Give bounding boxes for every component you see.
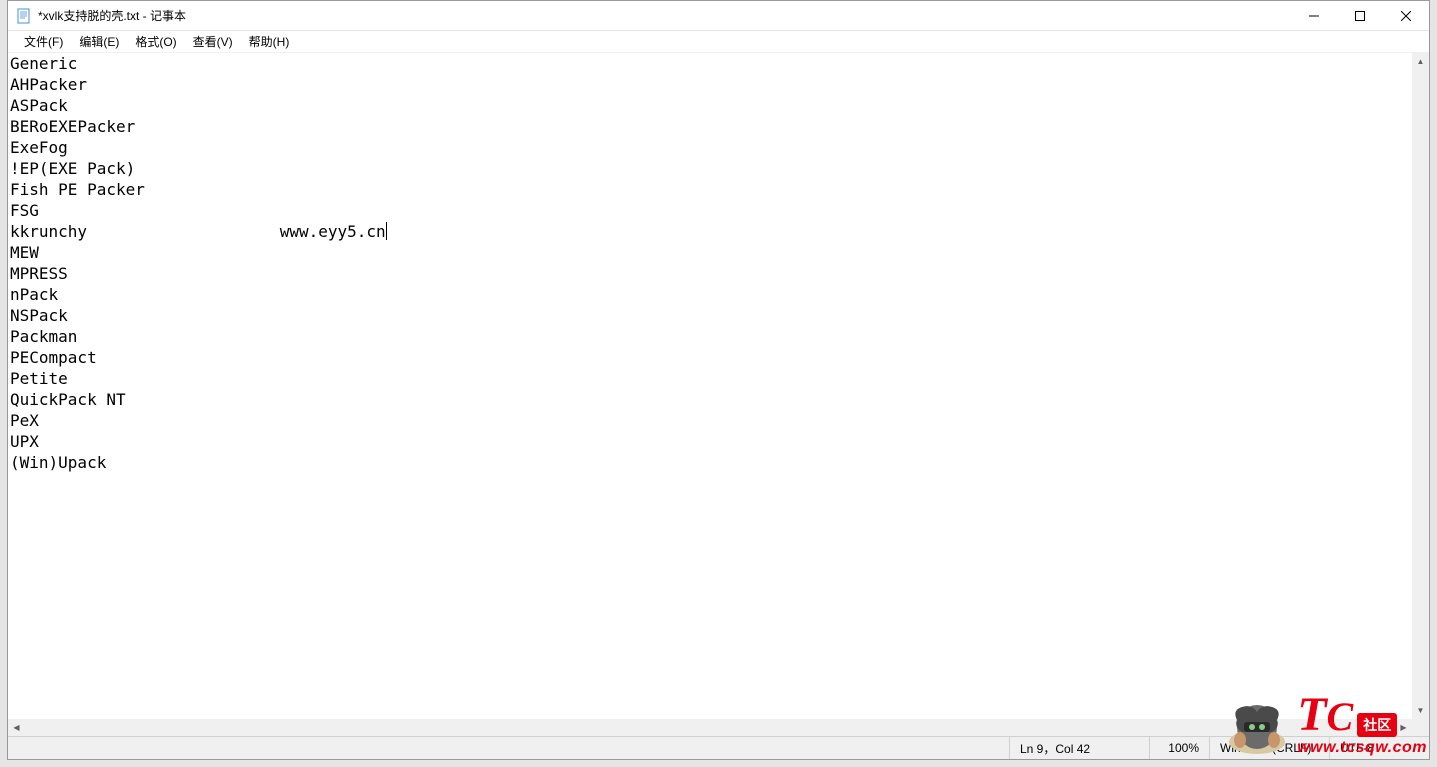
menu-edit[interactable]: 编辑(E) bbox=[71, 31, 127, 52]
status-encoding: UTF-8 bbox=[1329, 737, 1429, 759]
scroll-up-arrow-icon[interactable]: ▲ bbox=[1412, 53, 1429, 70]
scroll-left-arrow-icon[interactable]: ◀ bbox=[8, 719, 25, 736]
window-title: *xvlk支持脱的壳.txt - 记事本 bbox=[38, 7, 1291, 24]
menu-view[interactable]: 查看(V) bbox=[185, 31, 241, 52]
menu-format[interactable]: 格式(O) bbox=[127, 31, 184, 52]
statusbar: Ln 9，Col 42 100% Windows (CRLF) UTF-8 bbox=[8, 736, 1429, 759]
menubar: 文件(F) 编辑(E) 格式(O) 查看(V) 帮助(H) bbox=[8, 31, 1429, 53]
minimize-button[interactable] bbox=[1291, 1, 1337, 30]
scroll-right-arrow-icon[interactable]: ▶ bbox=[1395, 719, 1412, 736]
menu-file[interactable]: 文件(F) bbox=[16, 31, 71, 52]
vertical-scrollbar[interactable]: ▲ ▼ bbox=[1412, 53, 1429, 719]
window-controls bbox=[1291, 1, 1429, 30]
status-position: Ln 9，Col 42 bbox=[1009, 737, 1149, 759]
horizontal-scrollbar[interactable]: ◀ ▶ bbox=[8, 719, 1412, 736]
notepad-icon bbox=[16, 8, 32, 24]
content-area: Generic AHPacker ASPack BERoEXEPacker Ex… bbox=[8, 53, 1429, 736]
notepad-window: *xvlk支持脱的壳.txt - 记事本 文件(F) 编辑(E) 格式(O) 查… bbox=[7, 0, 1430, 760]
scroll-down-arrow-icon[interactable]: ▼ bbox=[1412, 702, 1429, 719]
scroll-corner bbox=[1412, 719, 1429, 736]
titlebar[interactable]: *xvlk支持脱的壳.txt - 记事本 bbox=[8, 1, 1429, 31]
maximize-button[interactable] bbox=[1337, 1, 1383, 30]
status-zoom: 100% bbox=[1149, 737, 1209, 759]
menu-help[interactable]: 帮助(H) bbox=[241, 31, 298, 52]
text-editor[interactable]: Generic AHPacker ASPack BERoEXEPacker Ex… bbox=[10, 53, 1411, 718]
status-line-ending: Windows (CRLF) bbox=[1209, 737, 1329, 759]
close-button[interactable] bbox=[1383, 1, 1429, 30]
